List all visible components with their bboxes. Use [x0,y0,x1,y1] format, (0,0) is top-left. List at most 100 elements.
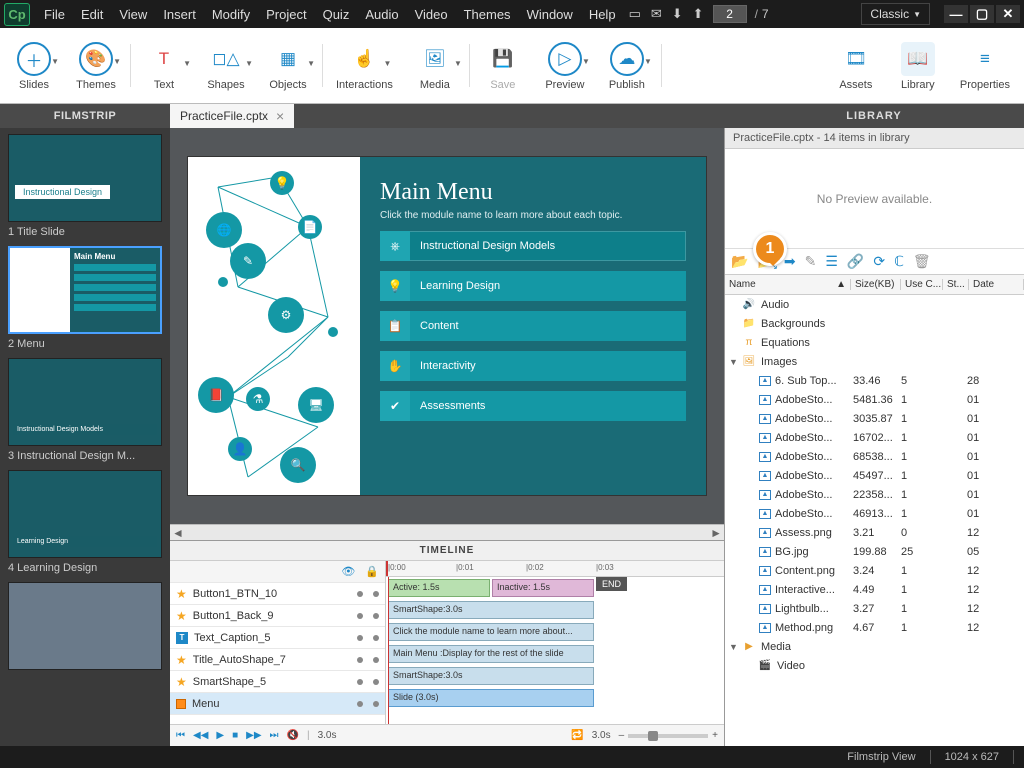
shapes-button[interactable]: ◻︎△▼Shapes [202,40,250,93]
slide-thumb-4[interactable]: 4 Learning Design [8,470,162,574]
slide-thumb-2[interactable]: Main Menu2 Menu [8,246,162,350]
h-scrollbar[interactable]: ◄► [170,524,724,540]
menu-modify[interactable]: Modify [204,7,258,22]
library-item[interactable]: ▲6. Sub Top...33.46528 [725,371,1024,390]
library-tab[interactable]: LIBRARY [724,104,1024,128]
library-item[interactable]: ▲AdobeSto...16702...101 [725,428,1024,447]
library-item[interactable]: ▲Content.png3.24112 [725,561,1024,580]
library-item[interactable]: ▲BG.jpg199.882505 [725,542,1024,561]
rewind-icon[interactable]: ◀◀ [193,730,208,741]
download-icon[interactable]: ⬇ [672,6,683,22]
library-item[interactable]: ▲AdobeSto...5481.36101 [725,390,1024,409]
timeline-row[interactable]: ★SmartShape_5 [170,671,385,693]
slide-thumb-3[interactable]: 3 Instructional Design M... [8,358,162,462]
delete-icon[interactable]: 🗑 [913,253,931,270]
window-close[interactable]: ✕ [996,5,1020,23]
menu-btn-5[interactable]: ✔Assessments [380,391,686,421]
library-folder[interactable]: ▼▶Media [725,637,1024,656]
play-icon[interactable]: ▶ [216,730,224,741]
library-item[interactable]: ▲AdobeSto...22358...101 [725,485,1024,504]
library-item[interactable]: ▲AdobeSto...3035.87101 [725,409,1024,428]
menu-btn-1[interactable]: ⎈Instructional Design Models [380,231,686,261]
text-button[interactable]: T▼Text [140,40,188,93]
zoom-in-icon[interactable]: + [712,730,718,741]
timeline-bar[interactable]: SmartShape:3.0s [388,601,594,619]
loop-icon[interactable]: 🔁 [571,730,583,741]
link-icon[interactable]: 🔗 [847,253,864,270]
interactions-button[interactable]: ☝▼Interactions [332,40,397,93]
forward-end-icon[interactable]: ⏭ [270,730,279,741]
lock-icon[interactable]: 🔒 [365,565,379,578]
refresh-icon[interactable]: ⟳ [873,253,885,270]
slide-thumb-5[interactable] [8,582,162,670]
themes-button[interactable]: 🎨▼Themes [72,40,120,93]
rewind-start-icon[interactable]: ⏮ [176,730,185,741]
library-button[interactable]: 📖Library [894,40,942,93]
library-item[interactable]: ▲AdobeSto...46913...101 [725,504,1024,523]
window-minimize[interactable]: ― [944,5,968,23]
edit-icon[interactable]: ✎ [805,253,817,270]
timeline-row[interactable]: ★Button1_Back_9 [170,605,385,627]
close-icon[interactable]: × [276,108,284,124]
library-item[interactable]: ▲Interactive...4.49112 [725,580,1024,599]
media-button[interactable]: 🖼▼Media [411,40,459,93]
open-folder-icon[interactable]: 📂 [731,253,748,270]
library-list[interactable]: 🔊Audio 📁Backgrounds πEquations ▼🖼Images … [725,295,1024,746]
menu-btn-4[interactable]: ✋Interactivity [380,351,686,381]
library-folder[interactable]: ▼🖼Images [725,352,1024,371]
library-item[interactable]: ▲AdobeSto...68538...101 [725,447,1024,466]
mail-icon[interactable]: ✉ [651,6,662,22]
forward-icon[interactable]: ▶▶ [246,730,261,741]
zoom-slider[interactable] [628,734,708,738]
library-item[interactable]: ▲Assess.png3.21012 [725,523,1024,542]
menu-view[interactable]: View [111,7,155,22]
preview-button[interactable]: ▷▼Preview [541,40,589,93]
unused-icon[interactable]: ℂ [894,253,904,270]
menu-edit[interactable]: Edit [73,7,111,22]
stop-icon[interactable]: ■ [232,730,238,741]
library-item[interactable]: ▲AdobeSto...45497...101 [725,466,1024,485]
menu-video[interactable]: Video [407,7,456,22]
menu-audio[interactable]: Audio [357,7,406,22]
layout-icon[interactable]: ▭ [629,6,641,22]
library-folder[interactable]: πEquations [725,333,1024,352]
workspace-selector[interactable]: Classic▼ [861,3,930,25]
menu-quiz[interactable]: Quiz [315,7,358,22]
menu-insert[interactable]: Insert [155,7,204,22]
filmstrip-tab[interactable]: FILMSTRIP [0,104,170,128]
slide-thumb-1[interactable]: 1 Title Slide [8,134,162,238]
menu-btn-2[interactable]: 💡Learning Design [380,271,686,301]
publish-button[interactable]: ☁▼Publish [603,40,651,93]
timeline-ruler[interactable]: |0:00|0:01|0:02|0:03 [386,561,724,577]
timeline-row[interactable]: Menu [170,693,385,715]
timeline-row[interactable]: ★Title_AutoShape_7 [170,649,385,671]
objects-button[interactable]: ▦▼Objects [264,40,312,93]
assets-button[interactable]: 🎞Assets [832,40,880,93]
slides-button[interactable]: ＋▼Slides [10,40,58,93]
library-folder[interactable]: 🎬Video [725,656,1024,675]
menu-btn-3[interactable]: 📋Content [380,311,686,341]
timeline-bar[interactable]: Main Menu :Display for the rest of the s… [388,645,594,663]
file-tab[interactable]: PracticeFile.cptx× [170,104,294,128]
timeline-bar[interactable]: SmartShape:3.0s [388,667,594,685]
mute-icon[interactable]: 🔇 [287,730,299,741]
timeline-bar[interactable]: Slide (3.0s) [388,689,594,707]
timeline-tab[interactable]: TIMELINE [170,540,724,560]
zoom-out-icon[interactable]: – [619,730,625,741]
timeline-row[interactable]: ★Button1_BTN_10 [170,583,385,605]
filmstrip-panel[interactable]: 1 Title Slide Main Menu2 Menu 3 Instruct… [0,128,170,746]
upload-icon[interactable]: ⬆ [693,6,704,22]
library-item[interactable]: ▲Method.png4.67112 [725,618,1024,637]
menu-help[interactable]: Help [581,7,624,22]
timeline-bar[interactable]: Inactive: 1.5s [492,579,594,597]
timeline-bar[interactable]: Active: 1.5s [388,579,490,597]
stage[interactable]: 💡 🌐 ✎ 📄 ⚙ 📕 ⚗ 🖥 👤 🔍 Main Menu Click the … [170,128,724,524]
library-item[interactable]: ▲Lightbulb...3.27112 [725,599,1024,618]
page-current-input[interactable]: 2 [713,5,747,23]
window-maximize[interactable]: ▢ [970,5,994,23]
timeline-bar[interactable]: Click the module name to learn more abou… [388,623,594,641]
menu-themes[interactable]: Themes [456,7,519,22]
library-columns[interactable]: Name ▲ Size(KB) Use C... St... Date [725,275,1024,295]
menu-window[interactable]: Window [519,7,581,22]
timeline-row[interactable]: TText_Caption_5 [170,627,385,649]
